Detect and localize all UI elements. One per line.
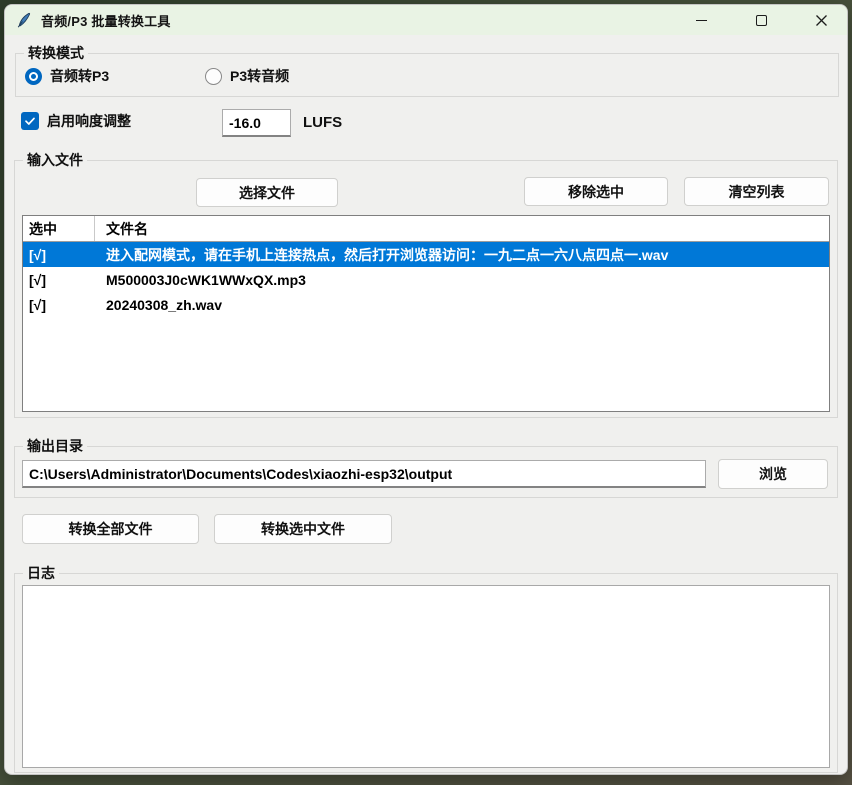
convert-all-button[interactable]: 转换全部文件 (22, 514, 199, 544)
titlebar[interactable]: 音频/P3 批量转换工具 (5, 5, 847, 35)
browse-button-label: 浏览 (759, 464, 787, 484)
row-filename: 20240308_zh.wav (95, 297, 829, 313)
convert-all-button-label: 转换全部文件 (69, 519, 153, 539)
header-filename-label: 文件名 (106, 219, 148, 239)
desktop-background: 音频/P3 批量转换工具 转换模式 音频转P3 P3转音频 (0, 0, 852, 785)
row-filename: M500003J0cWK1WWxQX.mp3 (95, 272, 829, 288)
header-filename[interactable]: 文件名 (95, 216, 829, 241)
table-row[interactable]: [√] M500003J0cWK1WWxQX.mp3 (23, 267, 829, 292)
lufs-input[interactable] (222, 109, 291, 137)
file-table: 选中 文件名 [√] 进入配网模式，请在手机上连接热点，然后打开浏览器访问：一九… (22, 215, 830, 412)
input-files-group-label: 输入文件 (23, 151, 87, 170)
row-filename: 进入配网模式，请在手机上连接热点，然后打开浏览器访问：一九二点一六八点四点一.w… (95, 245, 829, 265)
mode-group-label: 转换模式 (24, 44, 88, 63)
maximize-icon (756, 15, 767, 26)
radio-audio-to-p3-label: 音频转P3 (50, 66, 109, 86)
loudness-checkbox-label: 启用响度调整 (47, 111, 131, 131)
mode-group: 转换模式 (15, 53, 839, 97)
radio-p3-to-audio[interactable]: P3转音频 (205, 66, 289, 86)
remove-selected-button[interactable]: 移除选中 (524, 177, 668, 206)
app-feather-icon (16, 12, 32, 28)
maximize-button[interactable] (744, 5, 778, 35)
output-path-input[interactable] (22, 460, 706, 488)
header-checked-label: 选中 (29, 219, 57, 239)
row-check-mark: [√] (23, 272, 95, 288)
loudness-checkbox[interactable]: 启用响度调整 (21, 111, 131, 131)
close-icon (815, 14, 828, 27)
table-row[interactable]: [√] 20240308_zh.wav (23, 292, 829, 317)
minimize-icon (696, 20, 707, 21)
table-row[interactable]: [√] 进入配网模式，请在手机上连接热点，然后打开浏览器访问：一九二点一六八点四… (23, 242, 829, 267)
select-files-button[interactable]: 选择文件 (196, 178, 338, 207)
row-check-mark: [√] (23, 247, 95, 263)
checkbox-checked-icon (21, 112, 39, 130)
clear-list-button-label: 清空列表 (729, 182, 785, 202)
radio-p3-to-audio-label: P3转音频 (230, 66, 289, 86)
output-dir-group-label: 输出目录 (23, 437, 87, 456)
minimize-button[interactable] (684, 5, 718, 35)
select-files-button-label: 选择文件 (239, 183, 295, 203)
clear-list-button[interactable]: 清空列表 (684, 177, 829, 206)
file-table-header: 选中 文件名 (23, 216, 829, 242)
browse-button[interactable]: 浏览 (718, 459, 828, 489)
radio-audio-to-p3[interactable]: 音频转P3 (25, 66, 109, 86)
convert-selected-button-label: 转换选中文件 (261, 519, 345, 539)
radio-unselected-icon (205, 68, 222, 85)
convert-selected-button[interactable]: 转换选中文件 (214, 514, 392, 544)
remove-selected-button-label: 移除选中 (568, 182, 624, 202)
header-checked[interactable]: 选中 (23, 216, 95, 241)
lufs-unit-label: LUFS (303, 114, 342, 131)
radio-selected-icon (25, 68, 42, 85)
row-check-mark: [√] (23, 297, 95, 313)
log-group-label: 日志 (23, 564, 59, 583)
log-textarea[interactable] (22, 585, 830, 768)
close-button[interactable] (804, 5, 838, 35)
window-title: 音频/P3 批量转换工具 (41, 11, 171, 30)
